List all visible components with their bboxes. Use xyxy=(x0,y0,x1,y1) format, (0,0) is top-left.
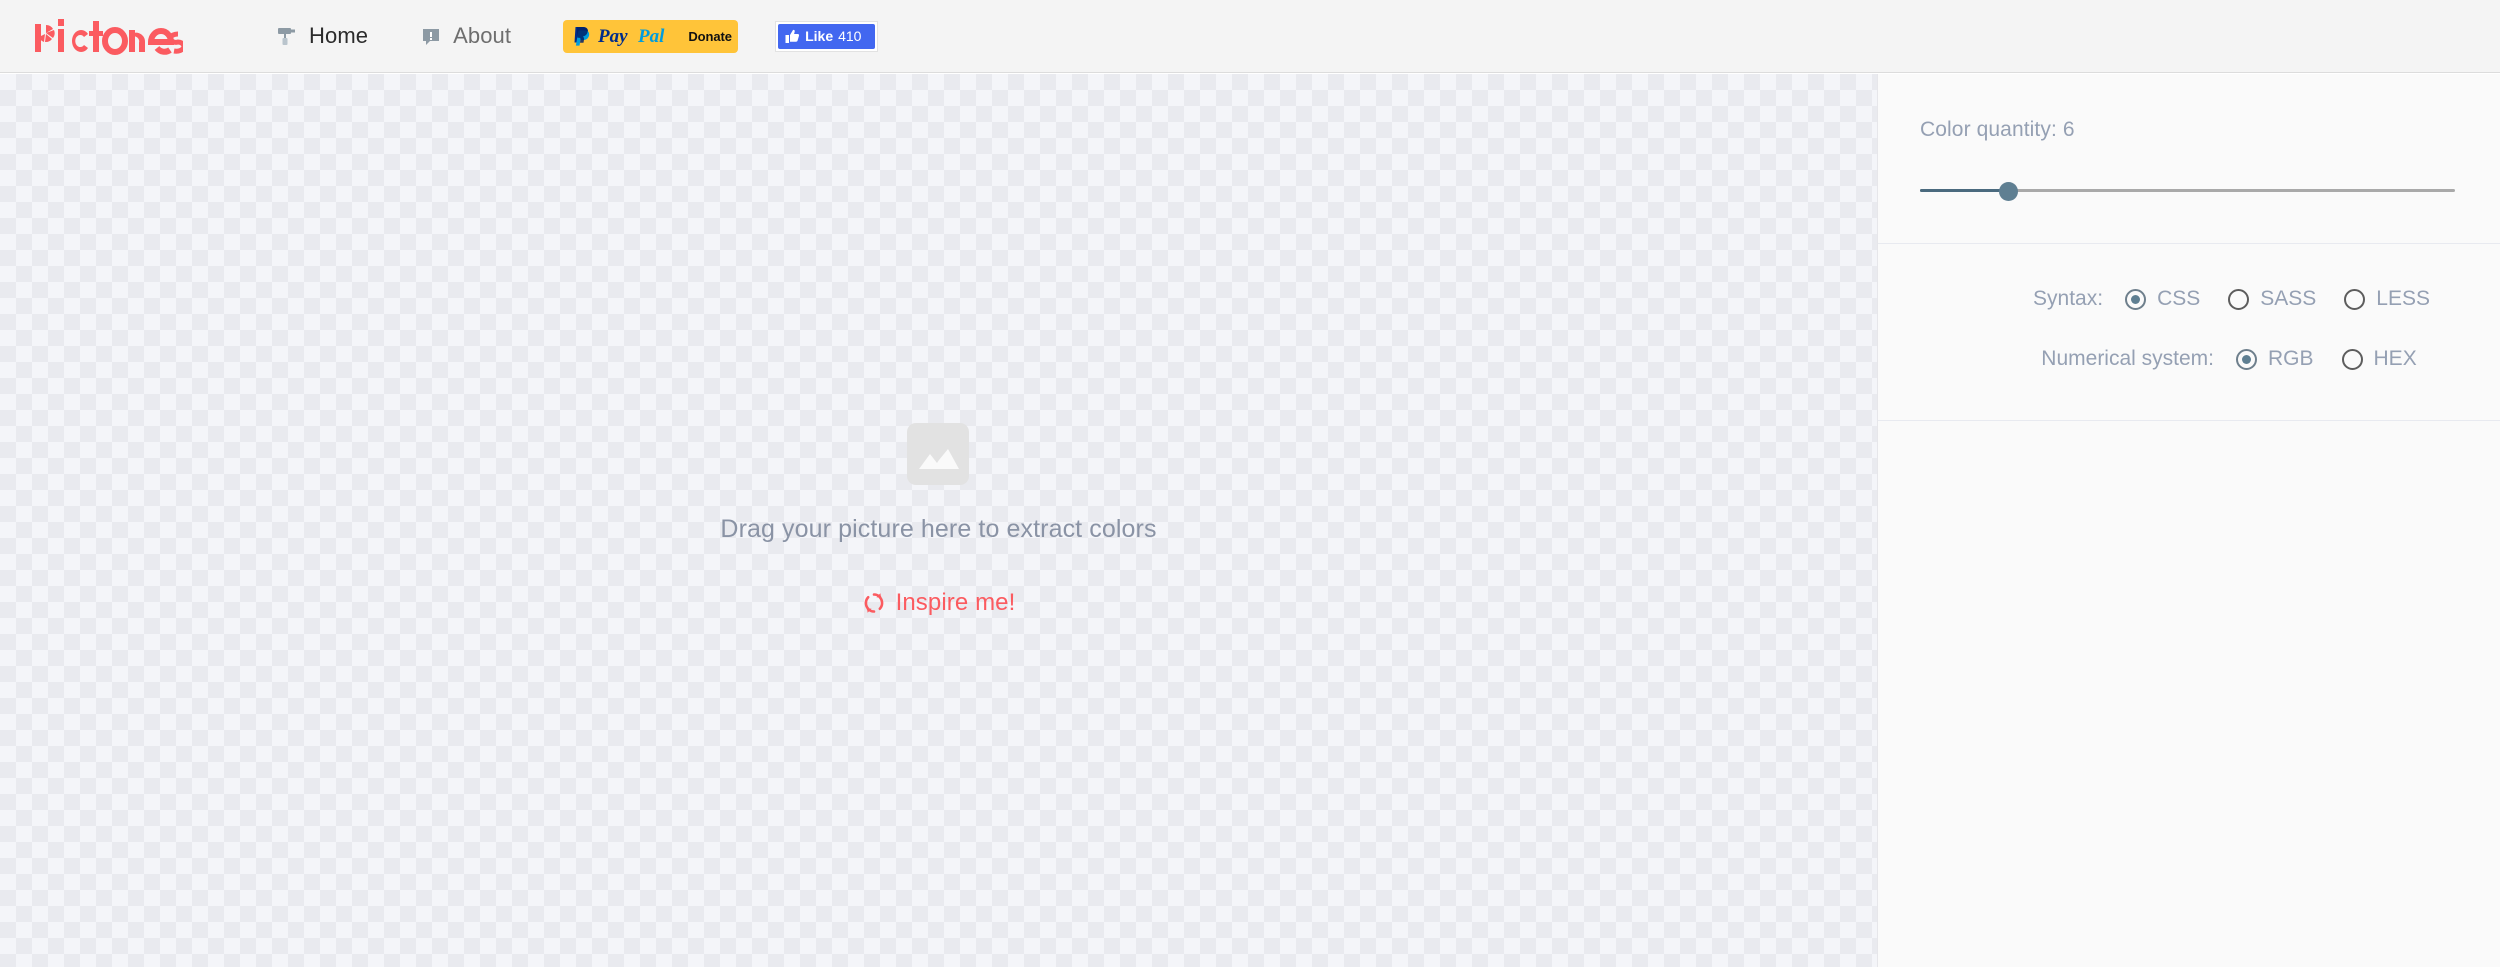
radio-indicator-sass[interactable] xyxy=(2228,288,2250,310)
paint-roller-icon xyxy=(276,25,298,47)
slider-fill xyxy=(1920,189,2008,192)
numsys-option-hex[interactable]: HEX xyxy=(2341,347,2417,371)
app-header: Home About Pay Pal Donate Like 410 xyxy=(0,0,2500,73)
thumbs-up-icon xyxy=(785,29,800,43)
facebook-like-label: Like xyxy=(805,28,834,44)
paypal-donate-label: Donate xyxy=(688,28,732,44)
numsys-option-rgb[interactable]: RGB xyxy=(2236,347,2314,371)
color-quantity-label: Color quantity: 6 xyxy=(1920,118,2075,141)
radio-indicator-rgb[interactable] xyxy=(2236,348,2257,370)
syntax-option-css[interactable]: CSS xyxy=(2125,287,2200,311)
nav-item-home[interactable]: Home xyxy=(276,23,368,49)
image-dropzone[interactable]: Drag your picture here to extract colors… xyxy=(0,74,1877,967)
inspire-me-button[interactable]: Inspire me! xyxy=(862,589,1016,617)
dropzone-prompt: Drag your picture here to extract colors xyxy=(720,515,1157,543)
svg-text:Pal: Pal xyxy=(637,26,665,46)
nav-label-about: About xyxy=(453,23,512,48)
syntax-option-less[interactable]: LESS xyxy=(2344,287,2430,311)
color-quantity-slider[interactable] xyxy=(1920,180,2455,201)
facebook-like-button[interactable]: Like 410 xyxy=(775,20,879,52)
nav-item-about[interactable]: About xyxy=(420,23,511,49)
numsys-option-hex-label: HEX xyxy=(2373,347,2417,370)
syntax-option-css-label: CSS xyxy=(2157,287,2201,310)
radio-indicator-less[interactable] xyxy=(2344,288,2366,310)
numsys-option-rgb-label: RGB xyxy=(2268,347,2314,370)
sync-refresh-icon xyxy=(864,593,883,613)
numerical-system-label: Numerical system: xyxy=(2041,347,2214,370)
radio-indicator-hex[interactable] xyxy=(2341,348,2363,370)
svg-text:Pay: Pay xyxy=(598,26,628,46)
main-nav: Home About Pay Pal Donate Like 410 xyxy=(276,0,879,73)
slider-thumb[interactable] xyxy=(1999,182,2018,201)
paypal-donate-button[interactable]: Pay Pal Donate xyxy=(563,19,739,53)
paypal-logo-icon xyxy=(574,27,590,46)
facebook-like-count: 410 xyxy=(838,28,862,44)
inspire-me-label: Inspire me! xyxy=(895,589,1016,616)
comment-alert-icon xyxy=(420,25,442,47)
nav-label-home: Home xyxy=(309,23,369,48)
syntax-option-sass-label: SASS xyxy=(2260,287,2317,310)
logo[interactable] xyxy=(33,0,183,73)
pictones-logo-icon xyxy=(35,19,183,55)
radio-indicator-css[interactable] xyxy=(2125,288,2147,310)
numerical-system-row: Numerical system: RGB HEX xyxy=(1920,329,2458,389)
settings-sidebar: Color quantity: 6 Syntax: CSS SASS LESS xyxy=(1877,74,2500,967)
paypal-wordmark: Pay Pal xyxy=(598,26,665,46)
color-quantity-section: Color quantity: 6 xyxy=(1878,74,2500,244)
syntax-row: Syntax: CSS SASS LESS xyxy=(1920,269,2458,329)
syntax-option-sass[interactable]: SASS xyxy=(2228,287,2316,311)
image-placeholder-icon xyxy=(907,423,970,485)
syntax-label: Syntax: xyxy=(2033,287,2104,310)
output-options-section: Syntax: CSS SASS LESS Numerical system: … xyxy=(1878,269,2500,421)
syntax-option-less-label: LESS xyxy=(2376,287,2430,310)
